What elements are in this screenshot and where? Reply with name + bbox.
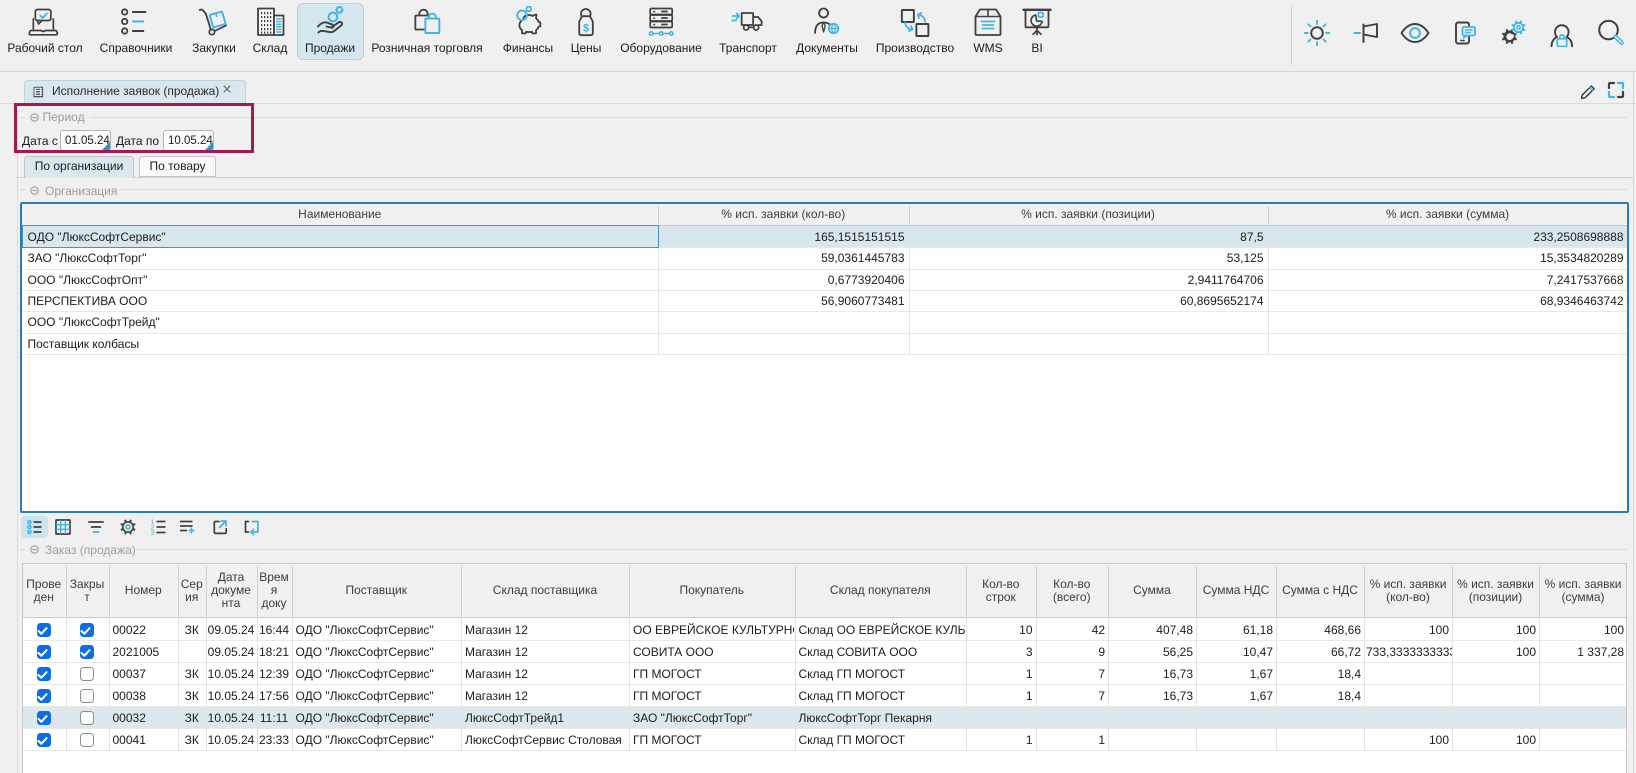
svg-text:3: 3 (151, 530, 155, 536)
svg-text:$: $ (583, 23, 589, 35)
